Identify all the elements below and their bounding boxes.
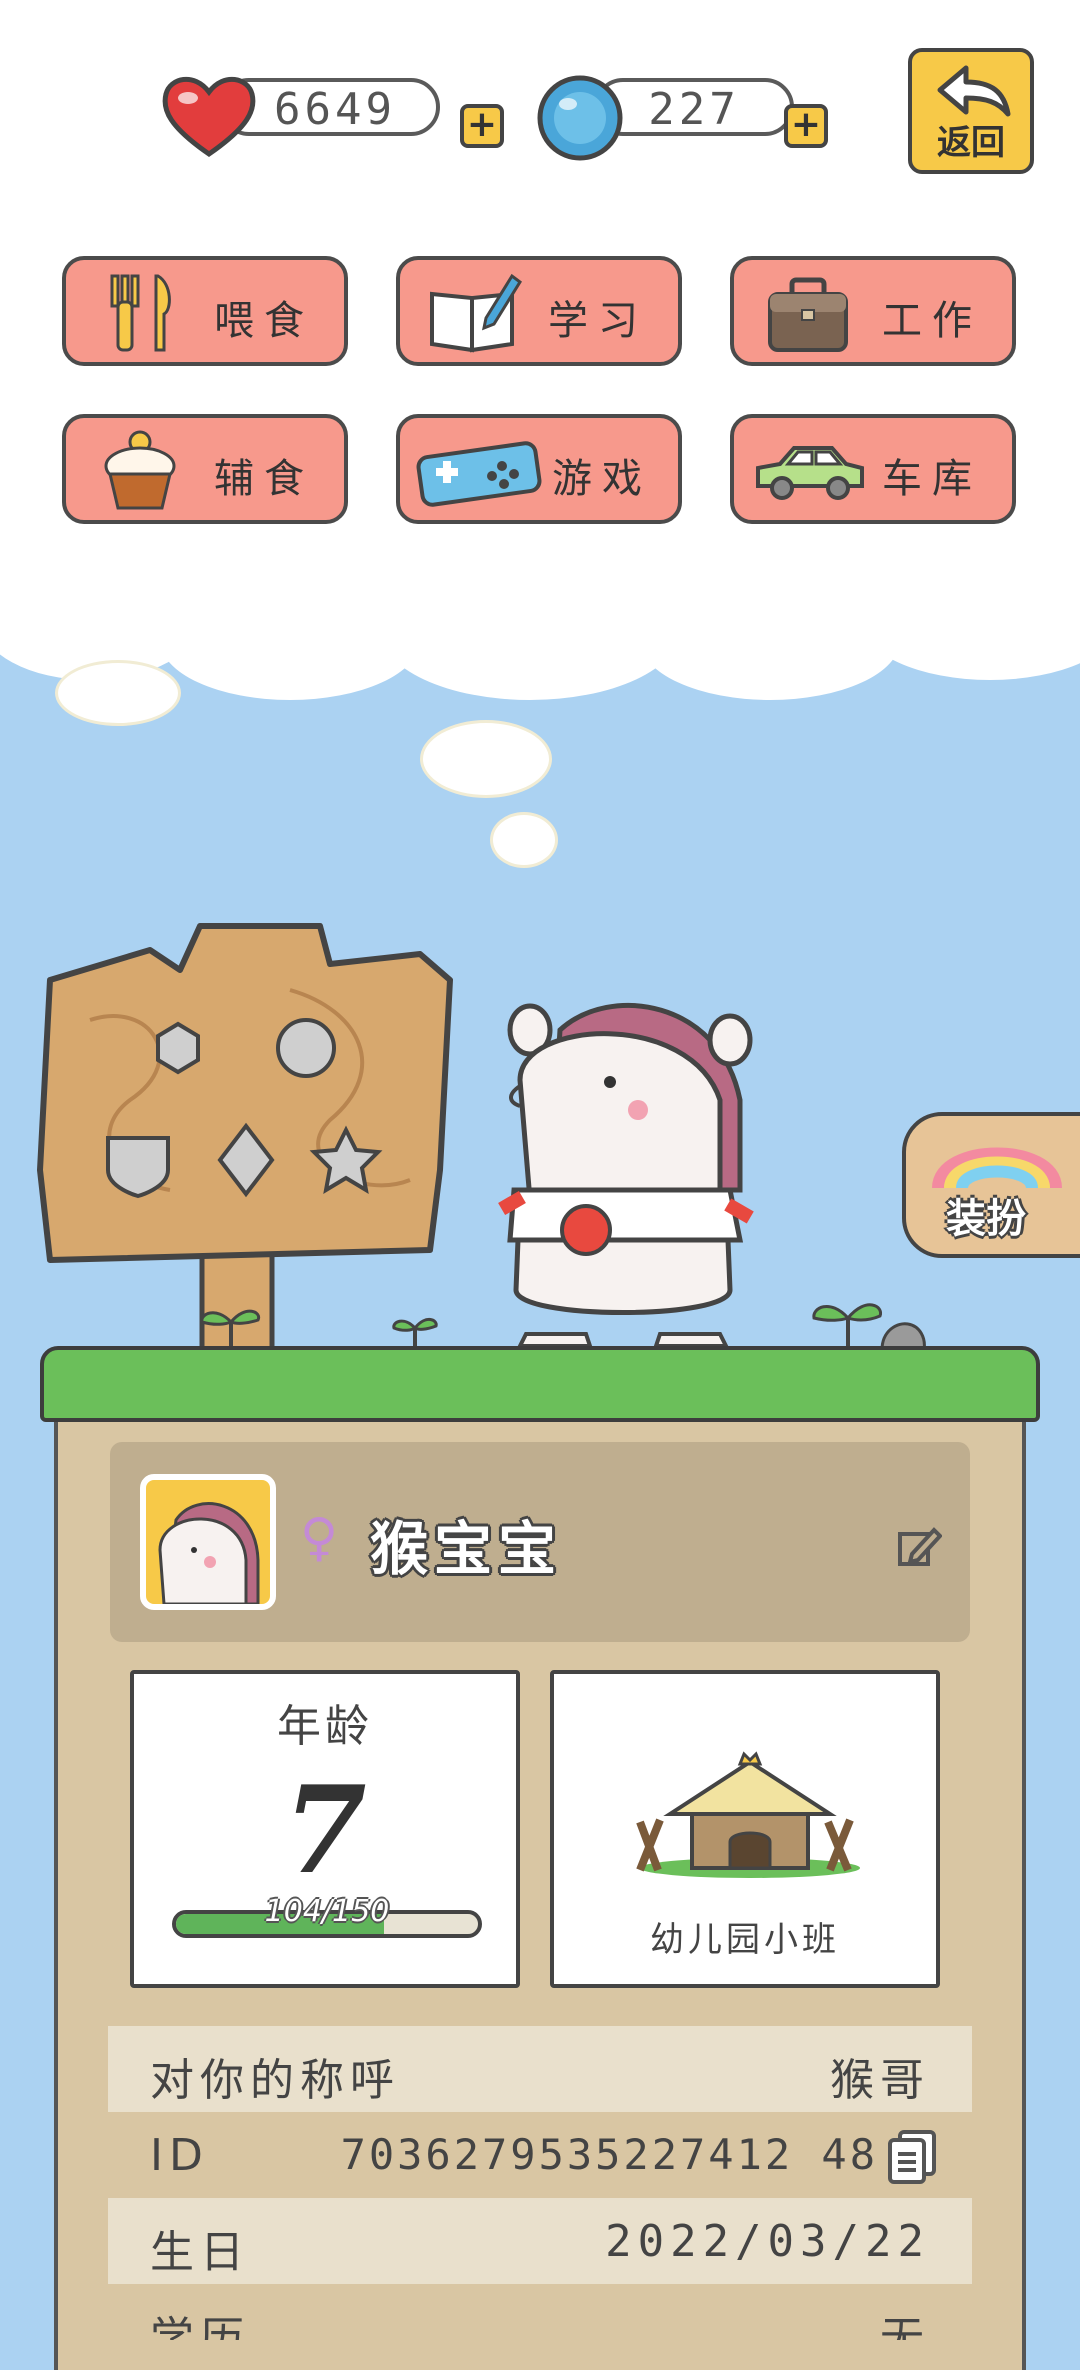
back-label: 返回 xyxy=(937,123,1005,163)
snack-label: 辅食 xyxy=(214,456,314,502)
id-key: ID xyxy=(150,2130,209,2181)
age-progress-text: 104/150 xyxy=(264,1894,390,1929)
rainbow-icon xyxy=(932,1147,1062,1190)
id-value: 7036279535227412 48 xyxy=(340,2130,878,2179)
nickname-value: 猴哥 xyxy=(830,2055,930,2106)
dress-up-label: 装扮 xyxy=(946,1196,1026,1242)
grass-strip xyxy=(40,1346,1040,1422)
edit-icon[interactable] xyxy=(894,1522,942,1570)
birthday-row: 生日 2022/03/22 xyxy=(108,2198,972,2284)
cloud-bump xyxy=(380,560,680,700)
book-pen-icon xyxy=(430,273,522,353)
thought-bubble xyxy=(420,720,552,798)
garage-label: 车库 xyxy=(882,456,982,502)
birthday-value: 2022/03/22 xyxy=(605,2216,930,2267)
dress-up-button[interactable]: 装扮 xyxy=(902,1112,1080,1258)
work-button[interactable]: 工作 xyxy=(730,256,1016,366)
education-row: 学历 无 xyxy=(108,2284,972,2340)
sprout-icon xyxy=(392,1318,438,1350)
gems-counter: 227 + xyxy=(534,72,828,161)
fork-knife-icon xyxy=(110,274,171,352)
gamepad-icon xyxy=(416,441,542,507)
small-cloud xyxy=(55,660,181,726)
back-button[interactable]: 返回 xyxy=(908,48,1034,174)
badge-hexagon-icon xyxy=(156,1021,200,1075)
badge-flower-icon xyxy=(276,1018,336,1078)
nickname-key: 对你的称呼 xyxy=(150,2055,400,2106)
cupcake-icon xyxy=(104,430,176,510)
school-label: 幼儿园小班 xyxy=(650,1920,840,1960)
id-row: ID 7036279535227412 48 xyxy=(108,2112,972,2198)
work-label: 工作 xyxy=(882,298,982,344)
strawberry-icon xyxy=(560,1204,612,1256)
nickname-row[interactable]: 对你的称呼 猴哥 xyxy=(108,2026,972,2112)
hedgehog-avatar-icon xyxy=(158,1502,260,1604)
pet-name: 猴宝宝 xyxy=(370,1515,563,1583)
avatar[interactable] xyxy=(140,1474,276,1610)
game-label: 游戏 xyxy=(552,456,652,502)
sprout-icon xyxy=(200,1309,261,1350)
age-label: 年龄 xyxy=(277,1701,373,1752)
add-gems-button[interactable]: + xyxy=(784,104,828,148)
hut-icon xyxy=(636,1751,860,1878)
briefcase-icon xyxy=(768,277,848,352)
garage-button[interactable]: 车库 xyxy=(730,414,1016,524)
sprout-icon xyxy=(812,1303,882,1352)
education-key: 学历 xyxy=(150,2313,250,2340)
study-label: 学习 xyxy=(548,298,648,344)
snack-button[interactable]: 辅食 xyxy=(62,414,348,524)
hedgehog-pet[interactable] xyxy=(490,990,780,1380)
education-value: 无 xyxy=(880,2313,930,2340)
birthday-key: 生日 xyxy=(150,2227,250,2278)
add-hearts-button[interactable]: + xyxy=(460,104,504,148)
thought-bubble xyxy=(490,812,558,868)
achievement-signboard[interactable] xyxy=(30,920,460,1360)
car-icon xyxy=(756,446,864,500)
back-arrow-icon xyxy=(937,65,1011,117)
hearts-counter: 6649 + xyxy=(160,72,504,158)
age-value: 7 xyxy=(283,1760,367,1901)
copy-icon[interactable] xyxy=(886,2128,938,2184)
feed-label: 喂食 xyxy=(214,298,314,344)
badge-shield-icon xyxy=(106,1136,170,1199)
study-button[interactable]: 学习 xyxy=(396,256,682,366)
feed-button[interactable]: 喂食 xyxy=(62,256,348,366)
gems-value: 227 xyxy=(648,84,740,135)
hearts-value: 6649 xyxy=(274,84,396,135)
female-gender-icon: ♀ xyxy=(300,1508,339,1568)
game-button[interactable]: 游戏 xyxy=(396,414,682,524)
cloud-bump xyxy=(640,580,900,700)
